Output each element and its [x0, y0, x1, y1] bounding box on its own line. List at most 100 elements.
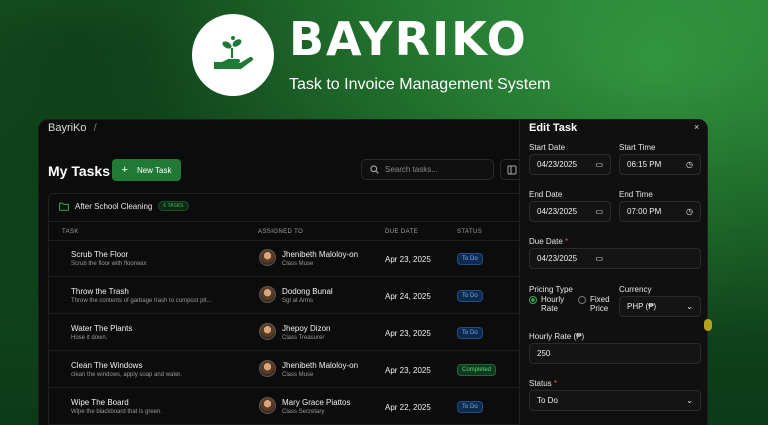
- page-title: My Tasks: [48, 163, 110, 179]
- status-value: To Do: [537, 396, 558, 405]
- pricing-hourly-label: Hourly Rate: [541, 295, 565, 313]
- assignee-role: Class Treasurer: [282, 335, 325, 341]
- panel-title: Edit Task: [529, 122, 578, 134]
- end-time-label: End Time: [619, 190, 653, 199]
- brand-logo: [192, 14, 274, 96]
- end-date-field[interactable]: 04/23/2025 ▭: [529, 201, 611, 222]
- start-date-field[interactable]: 04/23/2025 ▭: [529, 154, 611, 175]
- currency-select[interactable]: PHP (₱) ⌄: [619, 296, 701, 317]
- status-badge: To Do: [457, 327, 483, 339]
- task-description: Throw the contents of garbage trash to c…: [71, 298, 212, 304]
- scroll-handle[interactable]: [704, 319, 712, 331]
- table-row[interactable]: Clean The Windows clean the windows, app…: [49, 352, 529, 388]
- hand-seedling-icon: [214, 36, 254, 69]
- task-description: Scrub the floor with floorwax: [71, 261, 147, 267]
- start-time-value: 06:15 PM: [627, 160, 662, 169]
- search-icon: [370, 165, 379, 174]
- start-date-label: Start Date: [529, 143, 566, 152]
- end-time-field[interactable]: 07:00 PM ◷: [619, 201, 701, 222]
- due-date: Apr 22, 2025: [385, 403, 431, 412]
- pricing-hourly-radio[interactable]: Hourly Rate: [529, 295, 569, 313]
- edit-task-panel: Edit Task × Start Date 04/23/2025 ▭ Star…: [519, 120, 707, 425]
- due-date: Apr 24, 2025: [385, 292, 431, 301]
- assignee-name: Jhenibeth Maloloy-on: [282, 250, 359, 259]
- close-icon[interactable]: ×: [694, 122, 699, 132]
- end-time-value: 07:00 PM: [627, 207, 662, 216]
- hourly-rate-value: 250: [537, 349, 551, 358]
- currency-value: PHP (₱): [627, 302, 657, 311]
- task-description: clean the windows, apply soap and water.: [71, 372, 182, 378]
- assignee-name: Jhepoy Dizon: [282, 324, 331, 333]
- due-date-field[interactable]: 04/23/2025 ▭: [529, 248, 701, 269]
- due-date: Apr 23, 2025: [385, 255, 431, 264]
- calendar-icon: ▭: [595, 160, 603, 169]
- task-description: Hose it down.: [71, 335, 108, 341]
- group-header[interactable]: After School Cleaning 6 TASKS: [59, 201, 189, 211]
- due-date-value: 04/23/2025: [537, 254, 578, 263]
- avatar: [259, 286, 276, 303]
- task-name: Scrub The Floor: [71, 250, 129, 259]
- start-time-label: Start Time: [619, 143, 656, 152]
- status-select[interactable]: To Do ⌄: [529, 390, 701, 411]
- avatar: [259, 323, 276, 340]
- brand-tagline: Task to Invoice Management System: [289, 76, 551, 93]
- start-time-field[interactable]: 06:15 PM ◷: [619, 154, 701, 175]
- chevron-down-icon: ⌄: [686, 396, 693, 405]
- search-box[interactable]: [361, 159, 494, 180]
- table-row[interactable]: Wipe The Board Wipe the blackboard that …: [49, 389, 529, 425]
- search-input[interactable]: [385, 165, 485, 174]
- breadcrumb: BayriKo /: [39, 120, 519, 138]
- breadcrumb-separator: /: [93, 122, 97, 134]
- radio-selected-icon: [529, 296, 537, 304]
- clock-icon: ◷: [686, 207, 693, 216]
- assignee-name: Jhenibeth Maloloy-on: [282, 361, 359, 370]
- radio-unselected-icon: [578, 296, 586, 304]
- table-row[interactable]: Throw the Trash Throw the contents of ga…: [49, 278, 529, 314]
- assignee-name: Dodong Bunal: [282, 287, 333, 296]
- assignee-role: Sgt at Arms: [282, 298, 314, 304]
- pricing-fixed-label: Fixed Price: [590, 295, 610, 313]
- table-row[interactable]: Water The Plants Hose it down. Jhepoy Di…: [49, 315, 529, 351]
- hourly-rate-input[interactable]: 250: [529, 343, 701, 364]
- app-window: BayriKo / My Tasks + New Task After Scho…: [38, 119, 708, 425]
- status-badge: Completed: [457, 364, 497, 376]
- task-description: Wipe the blackboard that is green.: [71, 409, 163, 415]
- assignee-name: Mary Grace Piattos: [282, 398, 351, 407]
- folder-icon: [59, 202, 69, 211]
- status-badge: To Do: [457, 290, 483, 302]
- brand-name: BAYRIKO: [289, 12, 528, 66]
- task-name: Throw the Trash: [71, 287, 129, 296]
- due-date: Apr 23, 2025: [385, 329, 431, 338]
- breadcrumb-home[interactable]: BayriKo: [48, 122, 87, 134]
- new-task-button[interactable]: + New Task: [112, 159, 181, 181]
- status-label-text: Status: [529, 379, 552, 388]
- column-status: STATUS: [457, 229, 483, 235]
- status-badge: To Do: [457, 253, 483, 265]
- due-date-label-text: Due Date: [529, 237, 563, 246]
- column-due-date: DUE DATE: [385, 229, 419, 235]
- task-group: After School Cleaning 6 TASKS TASK ASSIG…: [48, 193, 529, 425]
- avatar: [259, 249, 276, 266]
- clock-icon: ◷: [686, 160, 693, 169]
- task-name: Water The Plants: [71, 324, 133, 333]
- table-row[interactable]: Scrub The Floor Scrub the floor with flo…: [49, 241, 529, 277]
- board-icon: [507, 165, 517, 174]
- status-label: Status *: [529, 379, 557, 388]
- currency-label: Currency: [619, 285, 652, 294]
- plus-icon: +: [121, 164, 128, 176]
- table-header: TASK ASSIGNED TO DUE DATE STATUS: [49, 221, 529, 241]
- group-count-badge: 6 TASKS: [158, 201, 189, 211]
- status-badge: To Do: [457, 401, 483, 413]
- calendar-icon: ▭: [595, 254, 603, 263]
- calendar-icon: ▭: [595, 207, 603, 216]
- due-date-label: Due Date *: [529, 237, 568, 246]
- avatar: [259, 360, 276, 377]
- task-name: Clean The Windows: [71, 361, 143, 370]
- assignee-role: Class Muse: [282, 261, 314, 267]
- assignee-role: Class Muse: [282, 372, 314, 378]
- start-date-value: 04/23/2025: [537, 160, 578, 169]
- pricing-fixed-radio[interactable]: Fixed Price: [578, 295, 614, 313]
- pricing-type-label: Pricing Type: [529, 285, 573, 294]
- end-date-label: End Date: [529, 190, 563, 199]
- hourly-rate-label: Hourly Rate (₱): [529, 332, 585, 341]
